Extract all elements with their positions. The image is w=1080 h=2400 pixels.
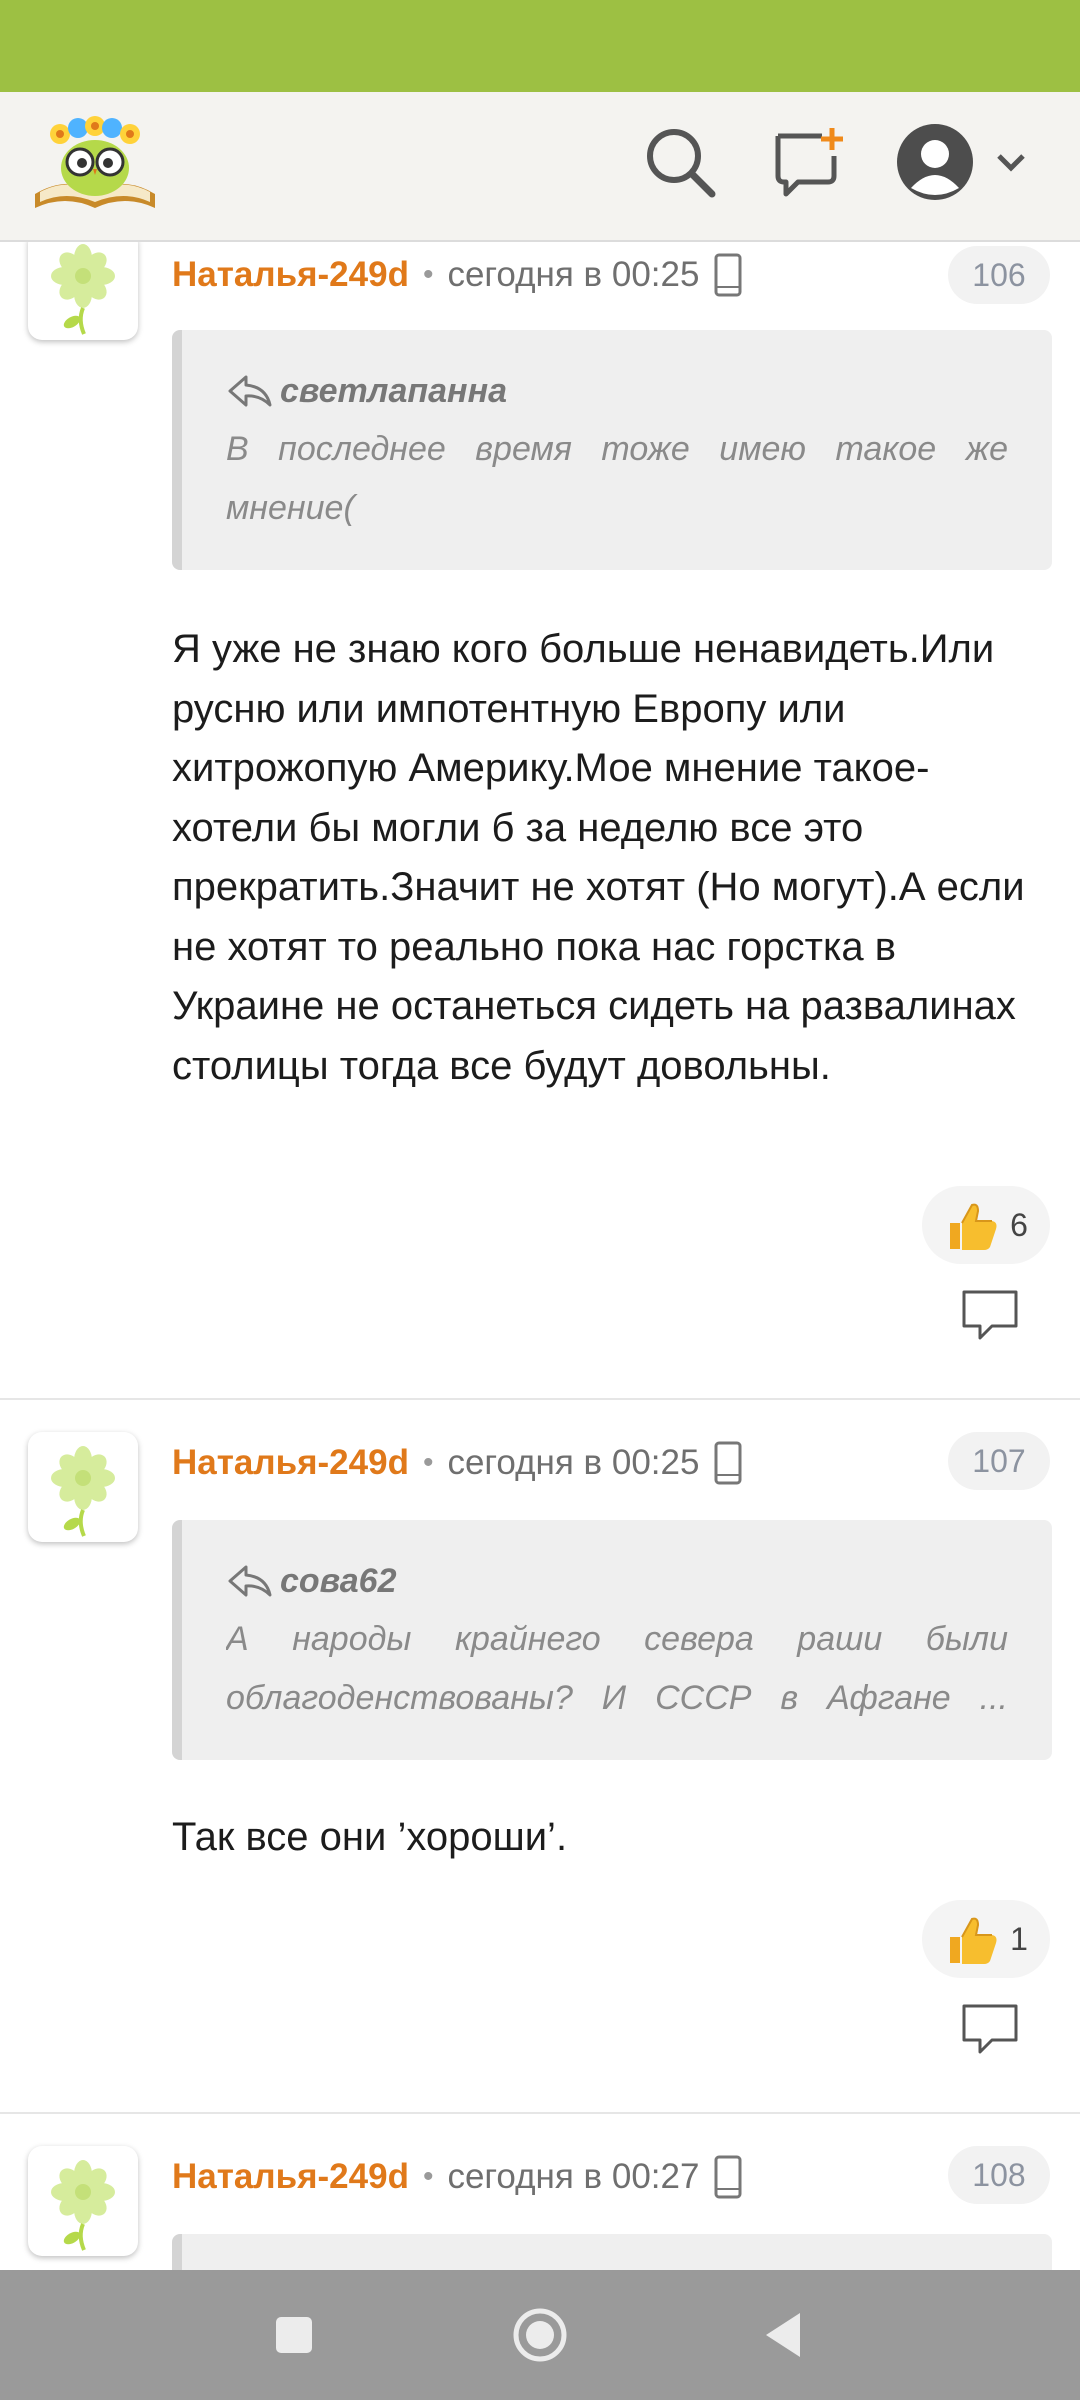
- comment-number[interactable]: 106: [948, 246, 1050, 304]
- system-nav-bar: [0, 2270, 1080, 2400]
- comment-meta: Наталья-249d • сегодня в 00:25: [172, 1438, 743, 1488]
- quote-author-name[interactable]: светлапанна: [280, 372, 507, 411]
- search-icon[interactable]: [640, 122, 720, 202]
- comment-time: сегодня в 00:27: [447, 2157, 700, 2196]
- comment-divider: [0, 2112, 1080, 2114]
- separator-dot: •: [422, 258, 434, 291]
- author-name[interactable]: Наталья-249d: [172, 2157, 409, 2197]
- quote-block: светлапанна В последнее время тоже имею …: [172, 330, 1052, 570]
- back-icon[interactable]: [756, 2305, 816, 2365]
- user-avatar[interactable]: [28, 2146, 138, 2256]
- book-owl-logo-icon[interactable]: [30, 106, 160, 218]
- comment-text: Так все они ’хороши’.: [172, 1815, 568, 1859]
- recent-apps-icon[interactable]: [264, 2305, 324, 2365]
- like-button[interactable]: 1: [922, 1900, 1050, 1978]
- reply-arrow-icon: [228, 1565, 272, 1597]
- thumbs-up-icon: [950, 1203, 997, 1250]
- comment-time: сегодня в 00:25: [447, 255, 700, 294]
- mobile-device-icon: [714, 2155, 742, 2199]
- quote-author: сова62: [226, 1556, 1008, 1606]
- separator-dot: •: [422, 2160, 434, 2193]
- quote-text: А народы крайнего севера раши были облаг…: [226, 1620, 1008, 1717]
- like-count: 1: [1010, 1920, 1028, 1957]
- thumbs-up-icon: [950, 1917, 997, 1964]
- comment-meta: Наталья-249d • сегодня в 00:27: [172, 2152, 743, 2202]
- quote-block: [172, 2234, 1052, 2270]
- comment-number[interactable]: 107: [948, 1432, 1050, 1490]
- separator-dot: •: [422, 1446, 434, 1479]
- quote-author-name[interactable]: сова62: [280, 1562, 397, 1601]
- app-header: [0, 92, 1080, 242]
- comment-feed: Наталья-249d • сегодня в 00:25 106 светл…: [0, 242, 1080, 2270]
- like-count: 6: [1010, 1206, 1028, 1243]
- quote-text: В последнее время тоже имею такое же мне…: [226, 430, 1008, 527]
- comment-time: сегодня в 00:25: [447, 1443, 700, 1482]
- quote-block: сова62 А народы крайнего севера раши был…: [172, 1520, 1052, 1760]
- author-name[interactable]: Наталья-249d: [172, 255, 409, 295]
- comment-divider: [0, 1398, 1080, 1400]
- profile-menu-button[interactable]: [895, 122, 1035, 202]
- mobile-device-icon: [714, 253, 742, 297]
- reply-arrow-icon: [228, 375, 272, 407]
- quote-author: светлапанна: [226, 366, 1008, 416]
- reply-icon[interactable]: [960, 2002, 1020, 2056]
- like-button[interactable]: 6: [922, 1186, 1050, 1264]
- author-name[interactable]: Наталья-249d: [172, 1443, 409, 1483]
- user-avatar[interactable]: [28, 1432, 138, 1542]
- user-avatar[interactable]: [28, 242, 138, 340]
- home-icon[interactable]: [510, 2305, 570, 2365]
- new-topic-icon[interactable]: [770, 122, 850, 202]
- comment-meta: Наталья-249d • сегодня в 00:25: [172, 250, 743, 300]
- comment-text: Я уже не знаю кого больше ненавидеть.Или…: [172, 627, 1025, 1088]
- status-bar: [0, 0, 1080, 92]
- reply-icon[interactable]: [960, 1288, 1020, 1342]
- comment-number[interactable]: 108: [948, 2146, 1050, 2204]
- mobile-device-icon: [714, 1441, 742, 1485]
